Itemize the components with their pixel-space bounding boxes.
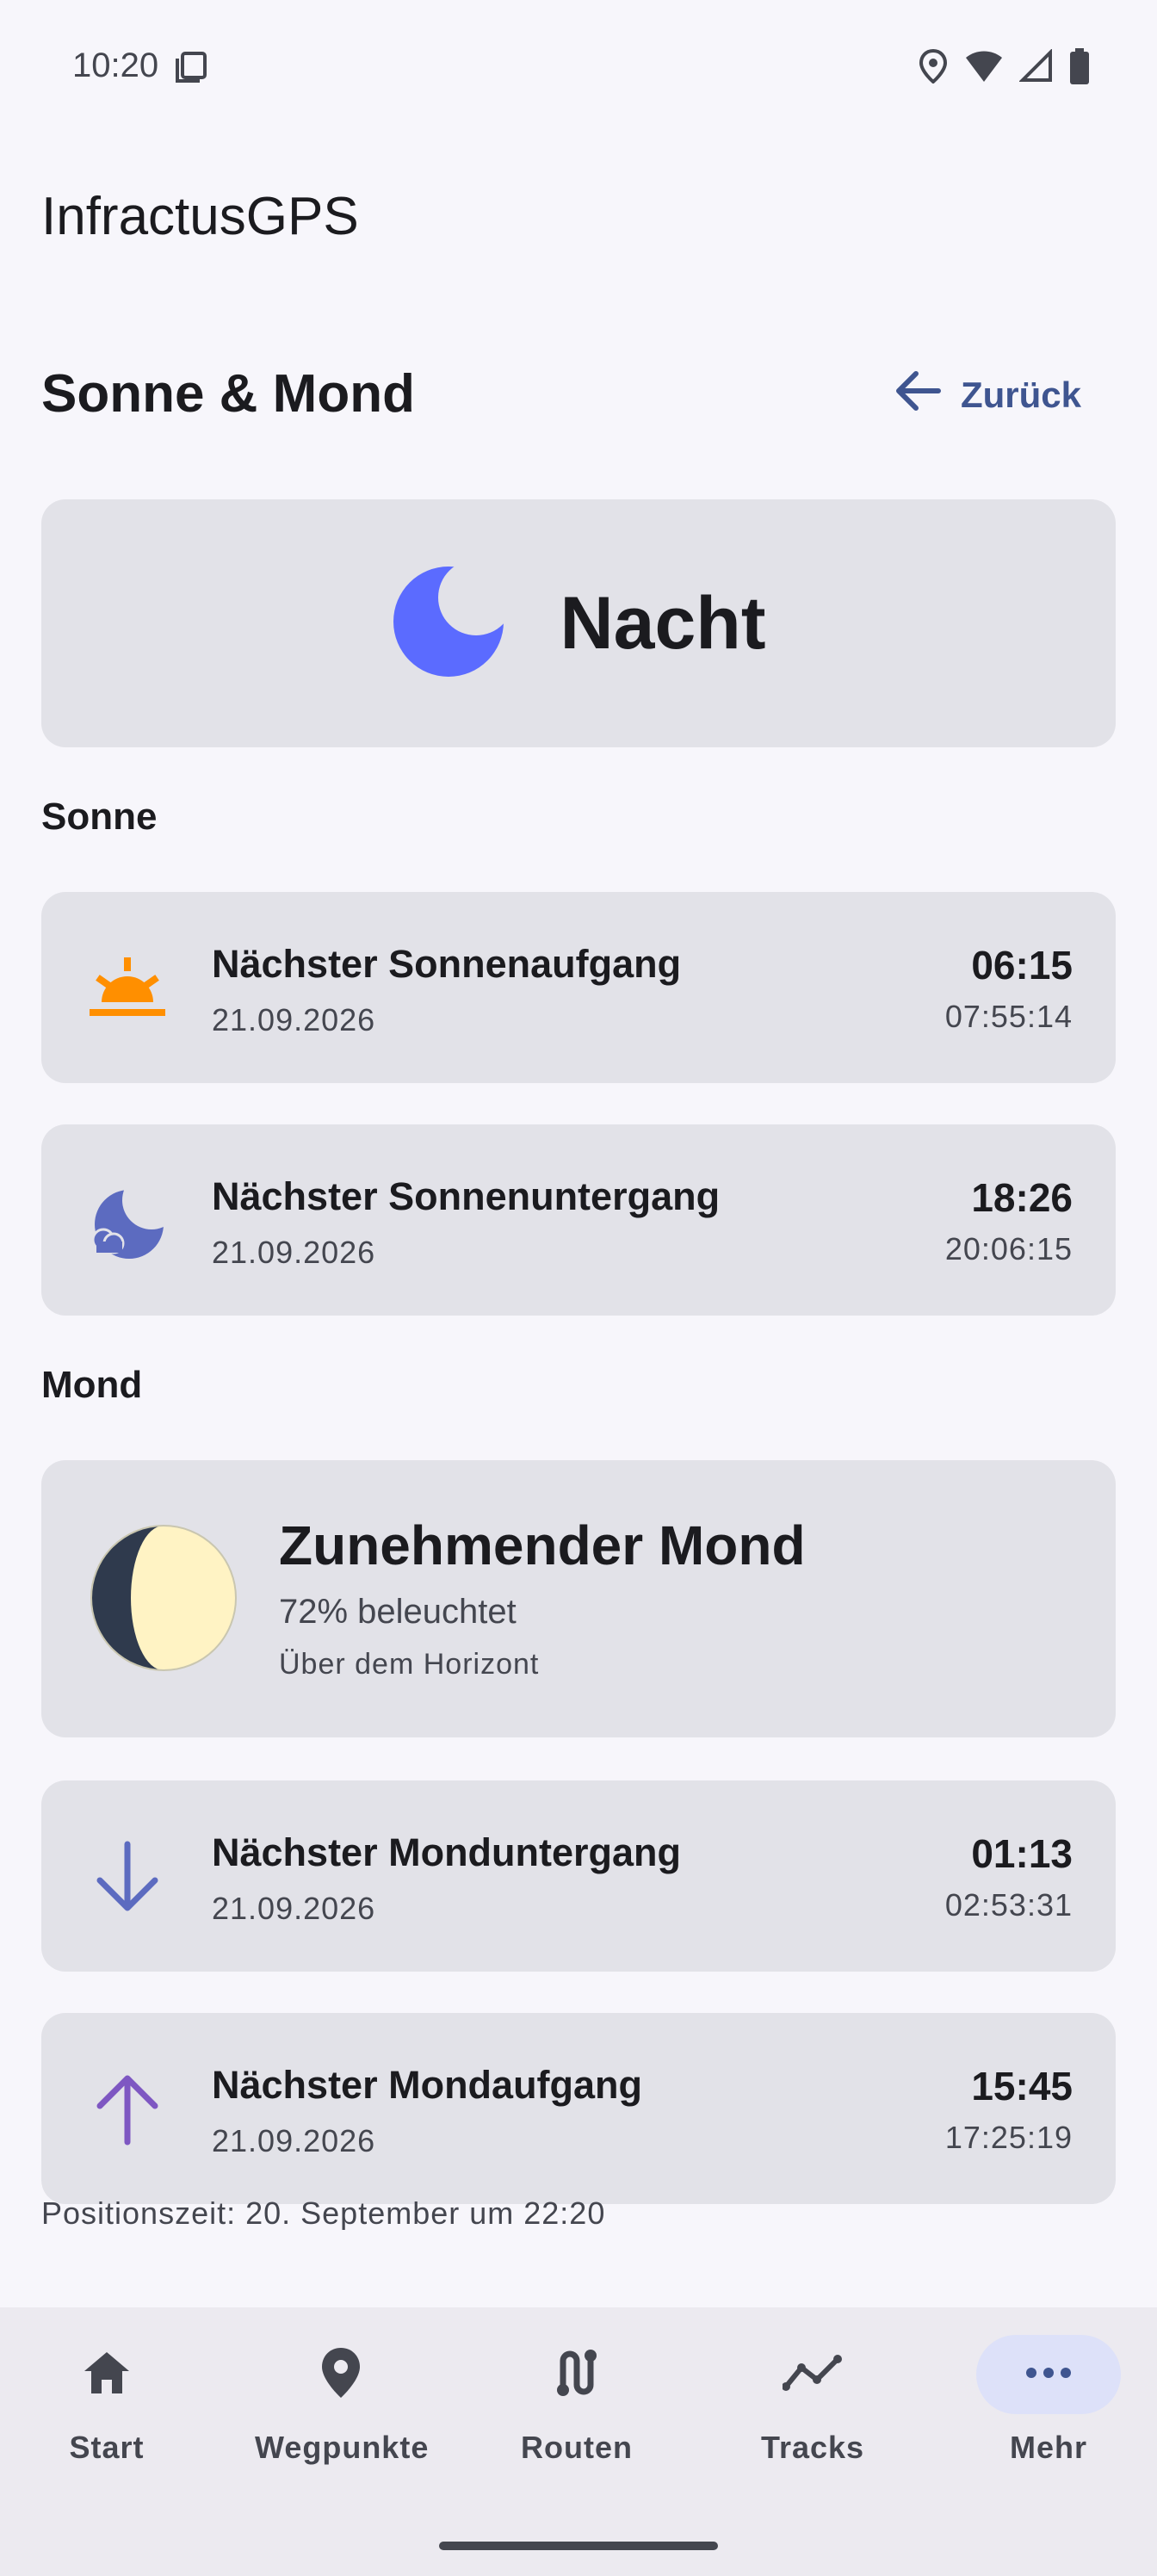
arrow-up-icon: [84, 2066, 170, 2152]
back-label: Zurück: [960, 375, 1081, 415]
event-countdown: 02:53:31: [944, 1887, 1073, 1923]
event-time: 18:26: [971, 1175, 1073, 1220]
nav-item-tracks[interactable]: Tracks: [727, 2335, 899, 2490]
moon-icon: [392, 565, 505, 683]
moonset-card: Nächster Monduntergang 21.09.2026 01:13 …: [41, 1780, 1116, 1972]
moon-phase-name: Zunehmender Mond: [279, 1514, 806, 1576]
event-date: 21.09.2026: [212, 1235, 376, 1270]
moon-horizon-status: Über dem Horizont: [279, 1648, 540, 1681]
event-countdown: 17:25:19: [944, 2120, 1073, 2155]
moon-phase-icon: [90, 1524, 238, 1676]
sun-section-title: Sonne: [41, 796, 158, 838]
page-header: Sonne & Mond Zurück: [41, 360, 1116, 429]
page-title: Sonne & Mond: [41, 364, 415, 424]
nav-item-wegpunkte[interactable]: Wegpunkte: [255, 2335, 430, 2490]
event-time: 06:15: [971, 943, 1073, 988]
screenshot-notification-icon: [174, 50, 208, 89]
moon-phase-card: Zunehmender Mond 72% beleuchtet Über dem…: [41, 1460, 1116, 1737]
sunset-card: Nächster Sonnenuntergang 21.09.2026 18:2…: [41, 1124, 1116, 1316]
location-pin-icon: [320, 2346, 362, 2404]
back-button[interactable]: Zurück: [894, 368, 1081, 422]
status-bar: 10:20: [0, 0, 1157, 138]
moon-illumination: 72% beleuchtet: [279, 1593, 517, 1631]
day-state-card: Nacht: [41, 499, 1116, 747]
sunrise-card: Nächster Sonnenaufgang 21.09.2026 06:15 …: [41, 892, 1116, 1083]
nav-label: Tracks: [760, 2430, 865, 2465]
wifi-icon: [964, 49, 1004, 88]
event-title: Nächster Sonnenaufgang: [212, 942, 682, 986]
nav-item-start[interactable]: Start: [21, 2335, 193, 2490]
status-time: 10:20: [72, 46, 159, 84]
event-title: Nächster Mondaufgang: [212, 2063, 643, 2107]
event-date: 21.09.2026: [212, 1891, 376, 1926]
nav-label: Mehr: [1009, 2430, 1087, 2465]
status-icons: [918, 48, 1090, 89]
nav-pill: [740, 2335, 885, 2414]
event-time: 01:13: [971, 1831, 1073, 1876]
battery-icon: [1069, 48, 1090, 89]
home-indicator[interactable]: [439, 2542, 718, 2550]
sunrise-icon: [84, 945, 170, 1031]
arrow-down-icon: [84, 1834, 170, 1920]
nav-label: Wegpunkte: [255, 2430, 430, 2465]
home-icon: [81, 2349, 133, 2401]
tracks-icon: [782, 2354, 843, 2396]
more-icon: [1024, 2366, 1073, 2384]
nav-label: Start: [69, 2430, 145, 2465]
location-status-icon: [918, 48, 949, 88]
nav-pill-active: [976, 2335, 1121, 2414]
moonrise-card: Nächster Mondaufgang 21.09.2026 15:45 17…: [41, 2013, 1116, 2204]
event-date: 21.09.2026: [212, 2123, 376, 2158]
nav-item-mehr[interactable]: Mehr: [962, 2335, 1135, 2490]
app-title: InfractusGPS: [41, 187, 359, 246]
event-countdown: 20:06:15: [944, 1231, 1073, 1266]
event-countdown: 07:55:14: [944, 999, 1073, 1034]
event-date: 21.09.2026: [212, 1002, 376, 1037]
nav-item-routen[interactable]: Routen: [491, 2335, 663, 2490]
event-title: Nächster Monduntergang: [212, 1830, 682, 1874]
event-time: 15:45: [971, 2064, 1073, 2108]
moon-section-title: Mond: [41, 1364, 143, 1406]
day-state-label: Nacht: [560, 581, 766, 665]
position-time: Positionszeit: 20. September um 22:20: [41, 2195, 606, 2230]
nav-label: Routen: [521, 2430, 633, 2465]
event-title: Nächster Sonnenuntergang: [212, 1174, 721, 1218]
bottom-navigation: Start Wegpunkte Routen Tracks Mehr: [0, 2307, 1157, 2576]
nav-pill: [269, 2335, 413, 2414]
signal-icon: [1018, 48, 1054, 88]
nav-pill: [34, 2335, 179, 2414]
nav-pill: [504, 2335, 649, 2414]
route-icon: [551, 2347, 603, 2403]
arrow-back-icon: [894, 368, 942, 422]
moon-cloud-icon: [84, 1178, 170, 1264]
